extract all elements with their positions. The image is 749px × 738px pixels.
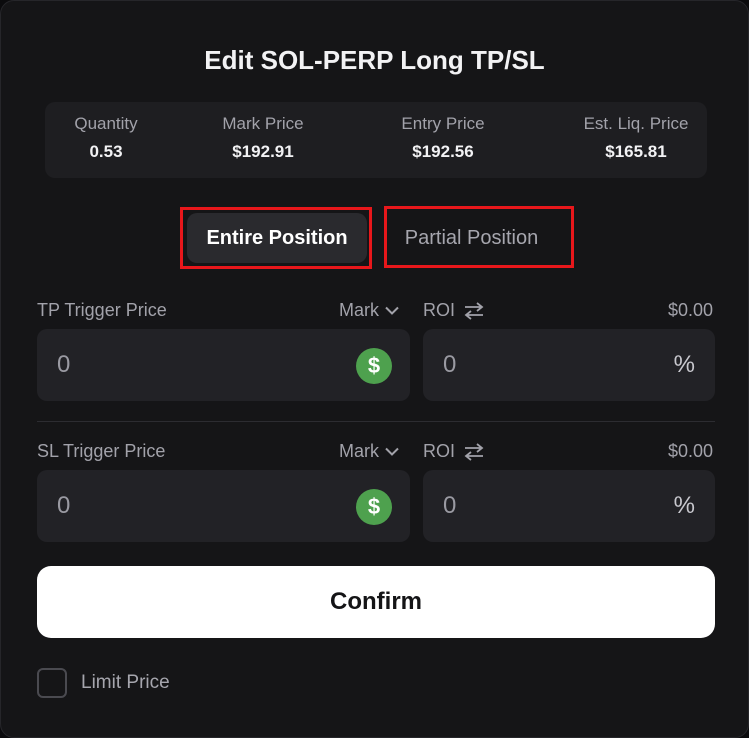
tp-usd-value: $0.00 — [667, 300, 713, 320]
percent-suffix: % — [673, 492, 695, 519]
sl-roi-field: % — [423, 470, 715, 542]
stat-label: Entry Price — [401, 114, 485, 133]
stat-label: Est. Liq. Price — [583, 114, 689, 133]
chevron-down-icon — [385, 447, 399, 456]
stat-quantity: Quantity 0.53 — [57, 114, 155, 162]
sl-roi-toggle[interactable]: ROI — [423, 441, 485, 462]
confirm-button[interactable]: Confirm — [37, 566, 715, 638]
tp-trigger-price-label: TP Trigger Price — [37, 300, 167, 320]
stat-value: $165.81 — [605, 142, 667, 161]
roi-label: ROI — [423, 300, 456, 320]
stat-value: $192.91 — [232, 142, 294, 161]
sl-price-input[interactable] — [57, 470, 319, 542]
position-scope-tabs: Entire Position Partial Position — [1, 206, 748, 269]
limit-price-label: Limit Price — [81, 672, 170, 693]
roi-label: ROI — [423, 441, 456, 461]
position-stats-panel: Quantity 0.53 Mark Price $192.91 Entry P… — [45, 102, 707, 178]
swap-arrows-icon — [463, 442, 485, 461]
tp-price-field: $ — [37, 329, 410, 401]
tp-price-input[interactable] — [57, 329, 319, 401]
tp-roi-field: % — [423, 329, 715, 401]
modal-title: Edit SOL-PERP Long TP/SL — [204, 45, 545, 75]
sl-price-field: $ — [37, 470, 410, 542]
tp-price-type-select[interactable]: Mark — [339, 300, 399, 321]
percent-suffix: % — [673, 351, 695, 378]
swap-arrows-icon — [463, 301, 485, 320]
sl-usd-value: $0.00 — [667, 441, 713, 461]
tp-roi-input[interactable] — [443, 329, 648, 401]
stat-label: Quantity — [74, 114, 138, 133]
edit-tpsl-modal: Edit SOL-PERP Long TP/SL Quantity 0.53 M… — [0, 0, 749, 738]
dollar-coin-icon[interactable]: $ — [356, 348, 392, 384]
stat-label: Mark Price — [222, 114, 304, 133]
stat-value: $192.56 — [412, 142, 474, 161]
section-divider — [37, 421, 715, 422]
stat-est-liq-price: Est. Liq. Price $165.81 — [575, 114, 697, 162]
limit-price-option[interactable]: Limit Price — [37, 668, 170, 698]
stat-mark-price: Mark Price $192.91 — [213, 114, 313, 162]
sl-trigger-price-label: SL Trigger Price — [37, 441, 166, 461]
sl-roi-input[interactable] — [443, 470, 648, 542]
stat-value: 0.53 — [89, 142, 123, 161]
price-type-value: Mark — [339, 441, 379, 461]
stat-entry-price: Entry Price $192.56 — [391, 114, 495, 162]
chevron-down-icon — [385, 306, 399, 315]
limit-price-checkbox[interactable] — [37, 668, 67, 698]
tp-roi-toggle[interactable]: ROI — [423, 300, 485, 321]
sl-price-type-select[interactable]: Mark — [339, 441, 399, 462]
tab-entire-position[interactable]: Entire Position — [187, 213, 367, 263]
price-type-value: Mark — [339, 300, 379, 320]
tab-partial-position[interactable]: Partial Position — [390, 213, 553, 263]
dollar-coin-icon[interactable]: $ — [356, 489, 392, 525]
